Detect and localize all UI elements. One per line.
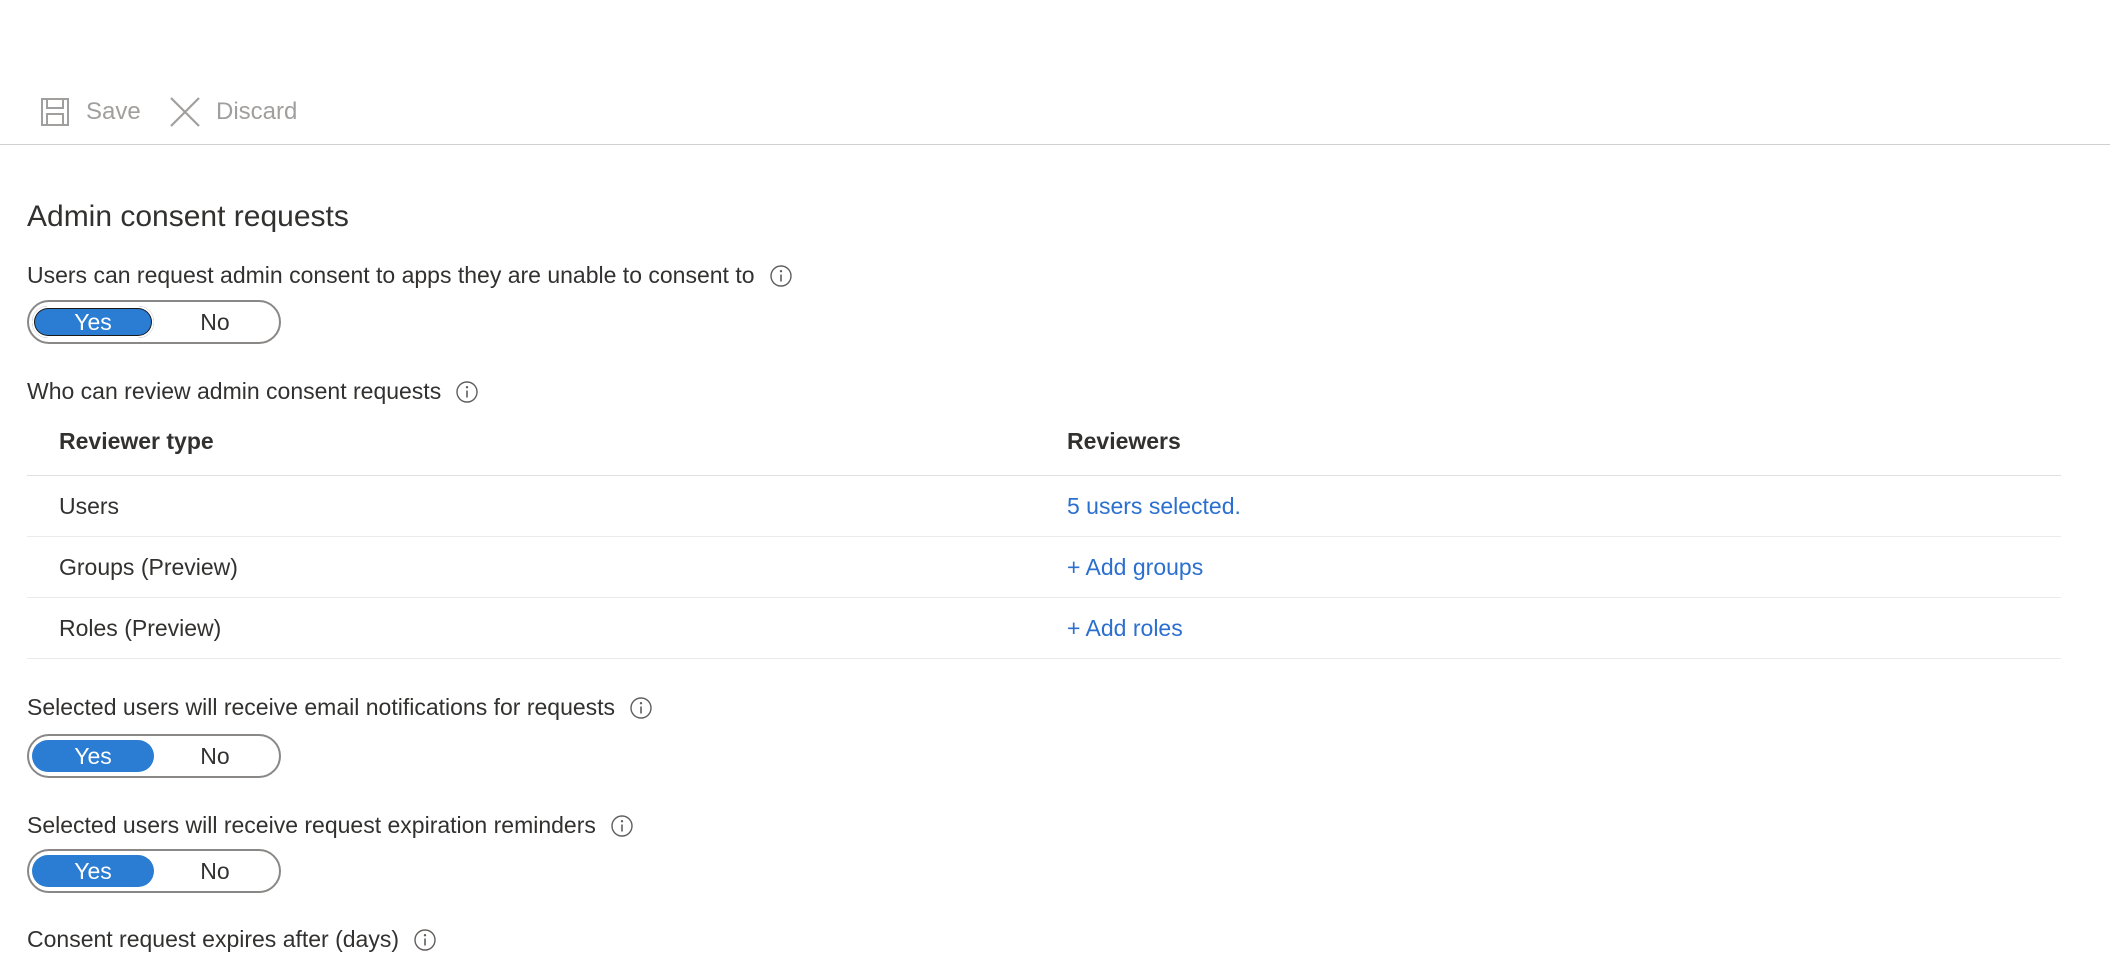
users-selected-link[interactable]: 5 users selected.	[1067, 476, 1241, 536]
request-consent-no-option[interactable]: No	[154, 306, 276, 338]
column-header-reviewers: Reviewers	[1067, 428, 1181, 454]
table-row: Users 5 users selected.	[27, 476, 2061, 537]
request-consent-label: Users can request admin consent to apps …	[27, 262, 793, 289]
add-groups-link[interactable]: + Add groups	[1067, 537, 1203, 597]
add-roles-link[interactable]: + Add roles	[1067, 598, 1183, 658]
info-icon[interactable]	[610, 814, 634, 838]
info-icon[interactable]	[769, 264, 793, 288]
request-consent-toggle: Yes No	[27, 300, 281, 344]
reviewers-label-text: Who can review admin consent requests	[27, 378, 442, 404]
expiration-reminders-toggle: Yes No	[27, 849, 281, 893]
column-header-reviewer-type: Reviewer type	[59, 428, 214, 454]
email-notifications-label: Selected users will receive email notifi…	[27, 694, 653, 721]
request-consent-label-text: Users can request admin consent to apps …	[27, 262, 755, 288]
expires-after-label-text: Consent request expires after (days)	[27, 926, 400, 952]
table-header-row: Reviewer type Reviewers	[27, 412, 2061, 476]
expires-after-label: Consent request expires after (days)	[27, 926, 437, 953]
discard-button[interactable]: Discard	[168, 86, 297, 138]
section-title: Admin consent requests	[27, 200, 349, 233]
email-notifications-label-text: Selected users will receive email notifi…	[27, 694, 616, 720]
request-consent-yes-option[interactable]: Yes	[32, 306, 154, 338]
reviewers-table: Reviewer type Reviewers Users 5 users se…	[27, 412, 2061, 659]
email-notifications-yes-option[interactable]: Yes	[32, 740, 154, 772]
command-bar: Save Discard	[0, 86, 2110, 145]
info-icon[interactable]	[455, 380, 479, 404]
save-icon	[40, 97, 70, 127]
table-row: Groups (Preview) + Add groups	[27, 537, 2061, 598]
reviewer-type-users: Users	[59, 492, 120, 519]
save-label: Save	[86, 98, 141, 125]
close-icon	[168, 95, 202, 129]
expiration-reminders-label: Selected users will receive request expi…	[27, 812, 634, 839]
expiration-reminders-yes-option[interactable]: Yes	[32, 855, 154, 887]
save-button[interactable]: Save	[40, 86, 141, 138]
info-icon[interactable]	[413, 928, 437, 952]
reviewer-type-roles: Roles (Preview)	[59, 614, 222, 641]
reviewers-label: Who can review admin consent requests	[27, 378, 479, 405]
info-icon[interactable]	[629, 696, 653, 720]
reviewer-type-groups: Groups (Preview)	[59, 553, 238, 580]
expiration-reminders-no-option[interactable]: No	[154, 855, 276, 887]
table-row: Roles (Preview) + Add roles	[27, 598, 2061, 659]
email-notifications-toggle: Yes No	[27, 734, 281, 778]
email-notifications-no-option[interactable]: No	[154, 740, 276, 772]
discard-label: Discard	[216, 98, 298, 125]
expiration-reminders-label-text: Selected users will receive request expi…	[27, 812, 596, 838]
